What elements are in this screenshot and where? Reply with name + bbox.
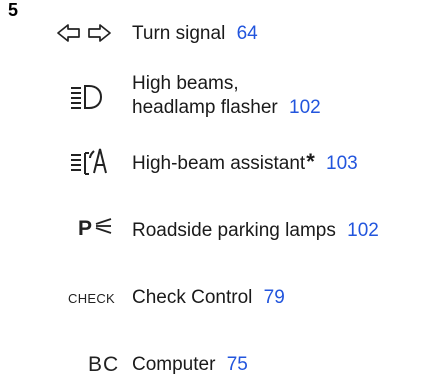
page-link[interactable]: 79 <box>264 287 285 308</box>
check-control-icon: CHECK <box>68 291 116 306</box>
item-label-line1: High beams, <box>132 73 239 94</box>
asterisk-marker: * <box>306 149 315 174</box>
turn-signal-icon <box>56 22 112 49</box>
item-label: Turn signal <box>132 23 226 44</box>
page-link[interactable]: 103 <box>326 153 358 174</box>
high-beam-icon <box>70 82 103 117</box>
item-label: Check Control <box>132 287 253 308</box>
computer-icon: BC <box>88 353 120 376</box>
svg-text:P: P <box>78 217 92 239</box>
item-label: Roadside parking lamps <box>132 220 336 241</box>
page-link[interactable]: 64 <box>237 23 258 44</box>
item-label-line2: headlamp flasher <box>132 97 278 118</box>
page-link[interactable]: 102 <box>347 220 379 241</box>
item-label: Computer <box>132 354 216 375</box>
item-label: High-beam assistant <box>132 153 306 174</box>
page-link[interactable]: 75 <box>227 354 248 375</box>
high-beam-assistant-icon <box>70 146 110 181</box>
section-number: 5 <box>8 0 19 20</box>
page-link[interactable]: 102 <box>289 97 321 118</box>
parking-lamps-icon: P <box>78 215 114 244</box>
